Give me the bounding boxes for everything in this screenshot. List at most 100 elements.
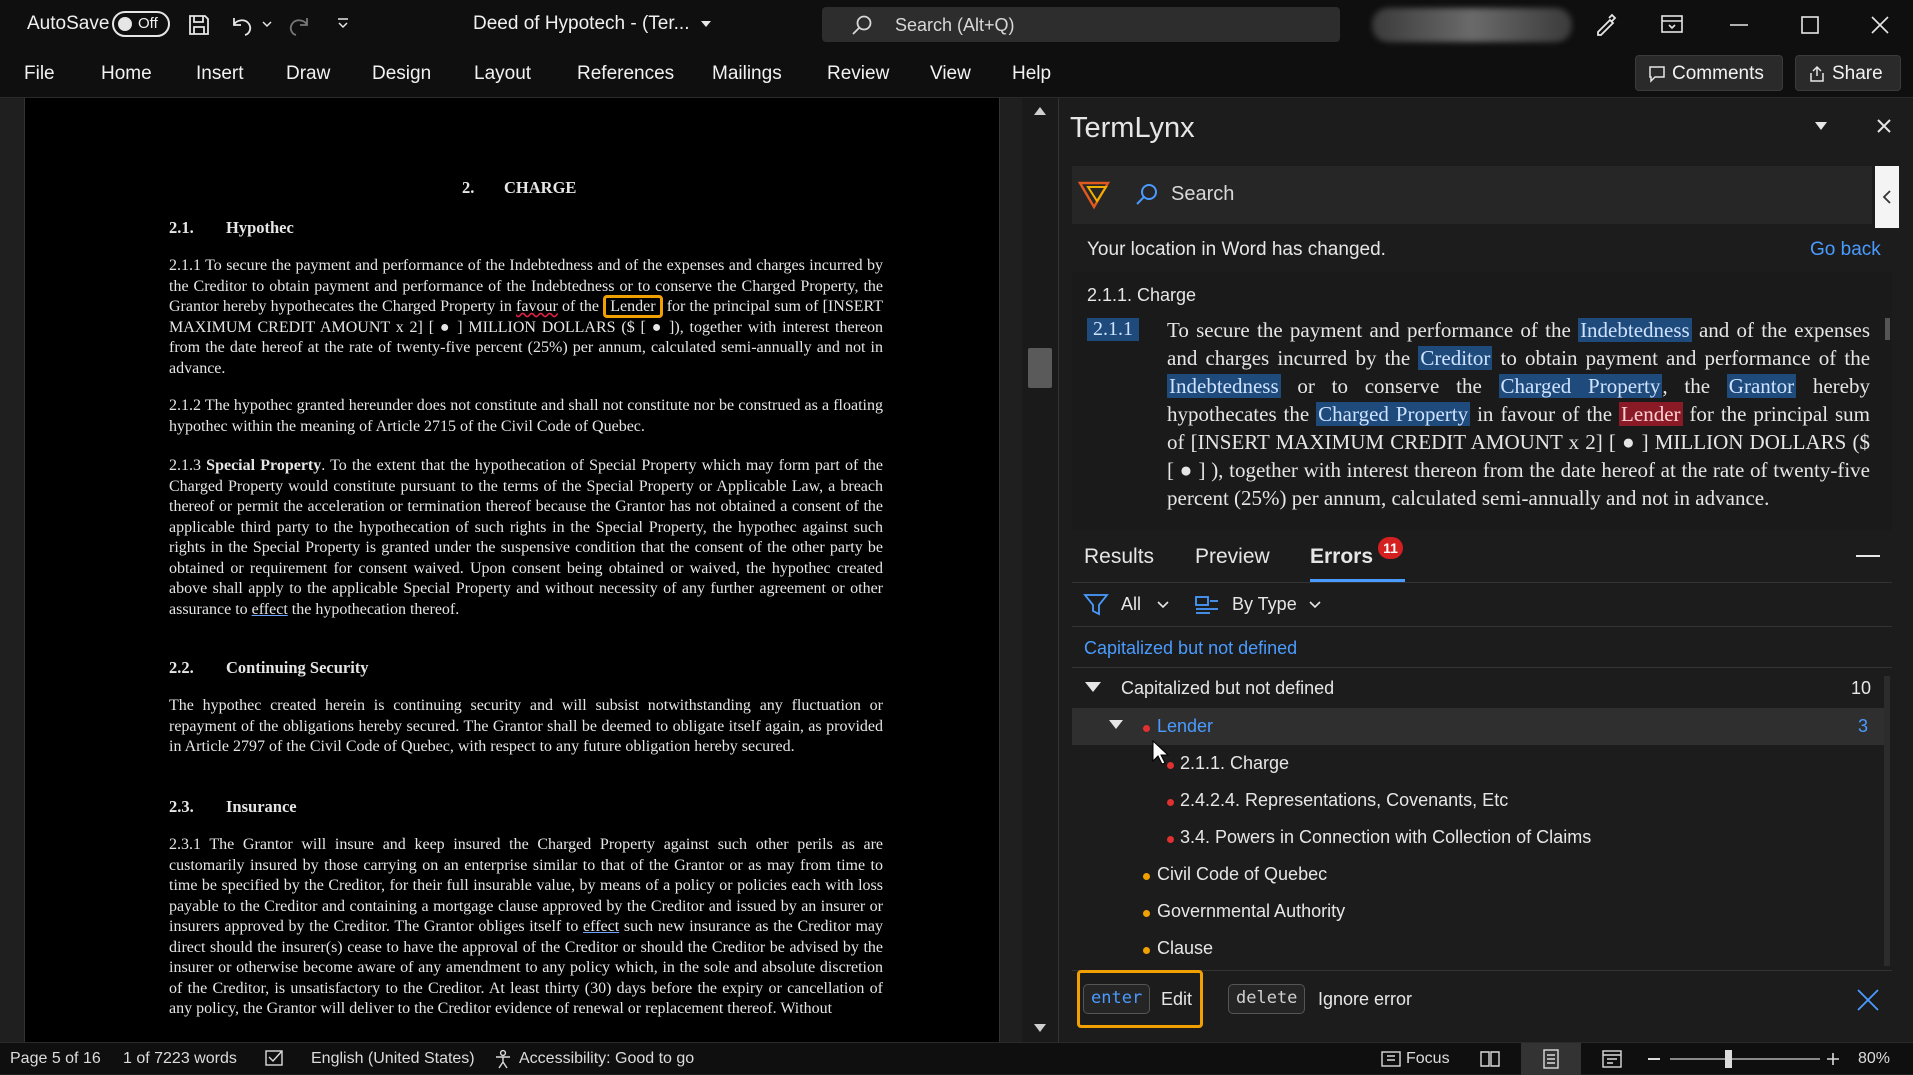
- web-layout-icon[interactable]: [1601, 1049, 1623, 1069]
- term-creditor[interactable]: Creditor: [1418, 346, 1493, 370]
- tab-help[interactable]: Help: [1012, 63, 1051, 85]
- tab-view[interactable]: View: [930, 63, 971, 85]
- zoom-level[interactable]: 80%: [1858, 1050, 1890, 1068]
- panel-search-bar[interactable]: Search: [1072, 166, 1872, 224]
- lender-expand-icon[interactable]: [1109, 720, 1123, 729]
- focus-mode[interactable]: Focus: [1406, 1050, 1450, 1068]
- designer-icon[interactable]: [1592, 10, 1620, 38]
- page-indicator[interactable]: Page 5 of 16: [10, 1050, 101, 1068]
- edit-action[interactable]: Edit: [1161, 989, 1192, 1010]
- tab-file[interactable]: File: [24, 63, 55, 85]
- term-grantor[interactable]: Grantor: [1726, 374, 1797, 398]
- customize-toolbar-icon[interactable]: [336, 17, 350, 31]
- lender-label[interactable]: Lender: [1157, 716, 1213, 737]
- scroll-thumb[interactable]: [1028, 348, 1052, 388]
- preview-t3: to obtain payment and performance of the: [1492, 346, 1870, 370]
- term-charged-property[interactable]: Charged Property: [1498, 374, 1663, 398]
- heading-2-1: Hypothec: [226, 218, 294, 237]
- group-by-dropdown-icon[interactable]: [1309, 601, 1321, 609]
- chevron-left-icon: [1882, 190, 1891, 204]
- lender-highlight[interactable]: Lender: [603, 295, 663, 318]
- group-label[interactable]: Capitalized but not defined: [1121, 678, 1334, 699]
- tab-preview[interactable]: Preview: [1195, 545, 1270, 569]
- scroll-up-icon[interactable]: [1033, 106, 1047, 116]
- collapse-handle[interactable]: [1875, 166, 1899, 228]
- heading-2-2-number: 2.2.: [169, 658, 194, 677]
- term-item[interactable]: Governmental Authority: [1157, 901, 1345, 922]
- tab-mailings[interactable]: Mailings: [712, 63, 782, 85]
- close-window-icon[interactable]: [1870, 15, 1890, 35]
- term-item[interactable]: Clause: [1157, 938, 1213, 959]
- proofing-icon[interactable]: [264, 1049, 286, 1069]
- zoom-in-icon[interactable]: [1826, 1052, 1840, 1066]
- term-indebtedness[interactable]: Indebtedness: [1578, 318, 1692, 342]
- occurrence-item[interactable]: 3.4. Powers in Connection with Collectio…: [1180, 827, 1591, 848]
- filter-dropdown-icon[interactable]: [1157, 601, 1169, 609]
- tab-review[interactable]: Review: [827, 63, 889, 85]
- warning-dot-icon: [1143, 910, 1150, 917]
- filter-all-label[interactable]: All: [1121, 594, 1141, 615]
- group-by-label[interactable]: By Type: [1232, 594, 1297, 615]
- ribbon-display-icon[interactable]: [1660, 13, 1684, 35]
- undo-icon[interactable]: [229, 12, 255, 38]
- paragraph-2-3-1: 2.3.1 The Grantor will insure and keep i…: [169, 835, 883, 1039]
- section-number: 2.: [462, 178, 475, 197]
- autosave-toggle[interactable]: Off: [112, 11, 170, 37]
- account-avatar[interactable]: [1372, 8, 1572, 42]
- preview-scroll-thumb[interactable]: [1885, 318, 1890, 340]
- zoom-slider[interactable]: [1670, 1058, 1820, 1060]
- tab-references[interactable]: References: [577, 63, 674, 85]
- group-by-icon[interactable]: [1194, 593, 1220, 617]
- panel-close-icon[interactable]: [1876, 118, 1892, 134]
- term-item[interactable]: Civil Code of Quebec: [1157, 864, 1327, 885]
- print-layout-button[interactable]: [1521, 1043, 1581, 1075]
- focus-icon[interactable]: [1380, 1049, 1402, 1069]
- warning-dot-icon: [1143, 873, 1150, 880]
- scroll-down-icon[interactable]: [1033, 1023, 1047, 1033]
- zoom-out-icon[interactable]: [1648, 1058, 1660, 1060]
- save-icon[interactable]: [187, 13, 211, 37]
- maximize-icon[interactable]: [1801, 16, 1819, 34]
- dismiss-error-icon[interactable]: [1856, 988, 1880, 1012]
- panel-title: TermLynx: [1070, 112, 1195, 144]
- tab-results[interactable]: Results: [1084, 545, 1154, 569]
- panel-options-icon[interactable]: [1814, 121, 1828, 131]
- tab-insert[interactable]: Insert: [196, 63, 244, 85]
- minimize-icon[interactable]: [1730, 24, 1748, 26]
- go-back-link[interactable]: Go back: [1810, 239, 1881, 261]
- category-link[interactable]: Capitalized but not defined: [1084, 638, 1297, 659]
- ignore-error-action[interactable]: Ignore error: [1318, 989, 1412, 1010]
- document-scrollbar[interactable]: [1022, 98, 1058, 1042]
- read-mode-icon[interactable]: [1479, 1049, 1501, 1069]
- word-count[interactable]: 1 of 7223 words: [123, 1050, 237, 1068]
- zoom-slider-thumb[interactable]: [1725, 1050, 1732, 1068]
- error-dot-icon: [1143, 725, 1150, 732]
- document-page[interactable]: 2. CHARGE 2.1. Hypothec 2.1.1 To secure …: [24, 98, 1000, 1042]
- p213-text-b: . To the extent that the hypothecation o…: [169, 457, 883, 618]
- tab-draw[interactable]: Draw: [286, 63, 330, 85]
- document-title[interactable]: Deed of Hypotech - (Ter...: [473, 13, 690, 35]
- tab-home[interactable]: Home: [101, 63, 152, 85]
- share-button[interactable]: Share: [1795, 55, 1901, 91]
- heading-2-2: Continuing Security: [226, 658, 369, 677]
- title-search-box[interactable]: Search (Alt+Q): [822, 7, 1340, 42]
- title-dropdown-icon[interactable]: [700, 20, 712, 28]
- tab-layout[interactable]: Layout: [474, 63, 531, 85]
- comments-button[interactable]: Comments: [1635, 55, 1783, 91]
- redo-icon[interactable]: [286, 12, 312, 38]
- undo-dropdown-icon[interactable]: [262, 20, 272, 28]
- term-lender-error[interactable]: Lender: [1619, 402, 1683, 426]
- term-indebtedness-2[interactable]: Indebtedness: [1167, 374, 1281, 398]
- group-expand-icon[interactable]: [1085, 682, 1101, 692]
- tab-design[interactable]: Design: [372, 63, 431, 85]
- occurrence-item[interactable]: 2.1.1. Charge: [1180, 753, 1289, 774]
- term-charged-property-2[interactable]: Charged Property: [1316, 402, 1471, 426]
- language-indicator[interactable]: English (United States): [311, 1050, 475, 1068]
- tree-scrollbar[interactable]: [1884, 676, 1890, 966]
- accessibility-icon[interactable]: [493, 1049, 515, 1069]
- tab-errors[interactable]: Errors: [1310, 545, 1373, 569]
- minimize-pane-icon[interactable]: [1856, 555, 1880, 557]
- occurrence-item[interactable]: 2.4.2.4. Representations, Covenants, Etc: [1180, 790, 1508, 811]
- filter-icon[interactable]: [1083, 592, 1109, 618]
- accessibility-status[interactable]: Accessibility: Good to go: [519, 1050, 694, 1068]
